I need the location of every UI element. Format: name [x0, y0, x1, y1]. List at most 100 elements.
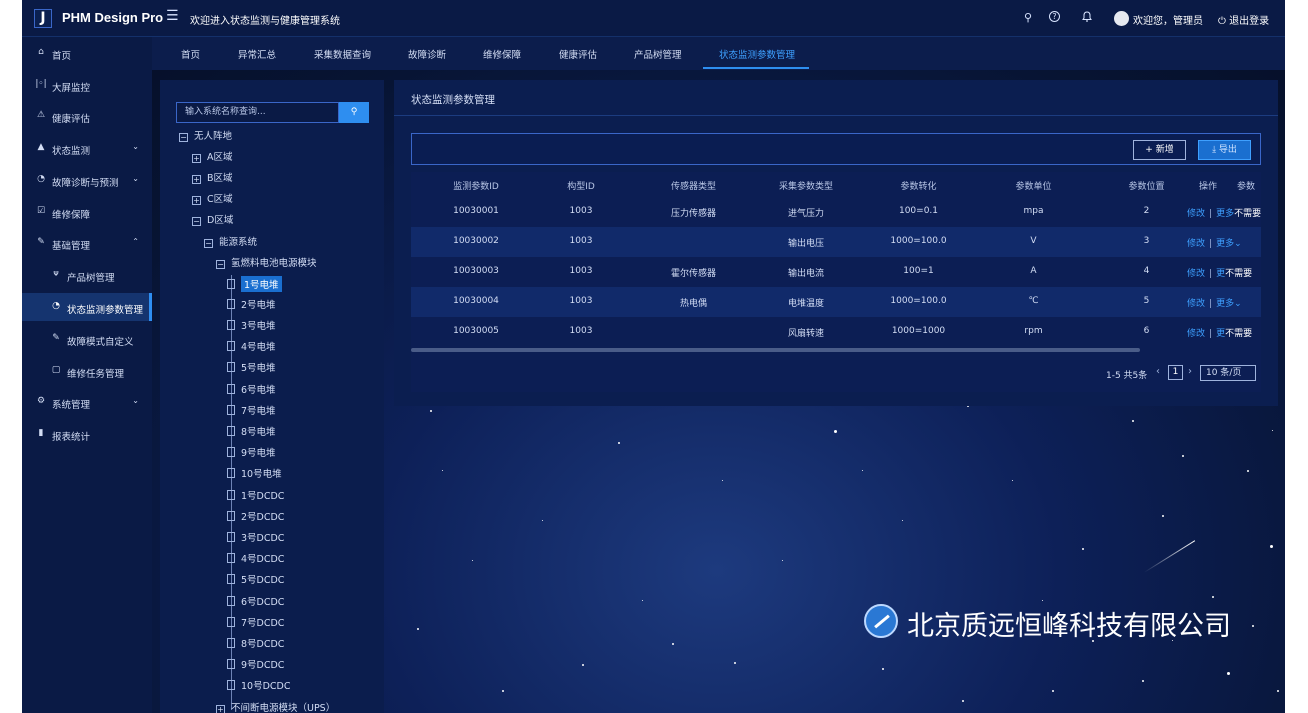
sidebar-item-maintenance[interactable]: ☑ 维修保障	[22, 198, 152, 226]
tab-anomaly-summary[interactable]: 异常汇总	[238, 47, 276, 61]
top-bar: J PHM Design Pro ☰ 欢迎进入状态监测与健康管理系统 ⚲ ? 欢…	[22, 0, 1285, 37]
tree-leaf[interactable]: 6号电堆	[227, 382, 276, 400]
tree-leaf[interactable]: 1号DCDC	[227, 488, 284, 506]
tree-leaf[interactable]: 4号电堆	[227, 339, 276, 357]
edit-link[interactable]: 修改	[1187, 209, 1205, 219]
tree-node[interactable]: + 不间断电源模块（UPS）	[216, 700, 335, 713]
page-size-select[interactable]: 10 条/页	[1200, 365, 1256, 381]
expand-icon[interactable]: +	[216, 705, 225, 713]
logout-button[interactable]: ⏻ 退出登录	[1218, 12, 1269, 27]
table-cell: ℃	[1028, 296, 1039, 306]
more-link[interactable]: 更	[1216, 269, 1225, 279]
more-link[interactable]: 更多	[1216, 209, 1234, 219]
tree-leaf[interactable]: 8号电堆	[227, 424, 276, 442]
sidebar-item-label: 首页	[52, 51, 72, 62]
tab-data-query[interactable]: 采集数据查询	[314, 47, 371, 61]
sidebar-item-system[interactable]: ⚙ 系统管理 ⌄	[22, 388, 152, 416]
tab-product-tree[interactable]: 产品树管理	[634, 47, 682, 61]
star	[1162, 515, 1164, 517]
horizontal-scrollbar[interactable]	[411, 348, 1140, 352]
search-button[interactable]: ⚲	[339, 102, 369, 123]
tab-home[interactable]: 首页	[181, 47, 200, 61]
tree-leaf[interactable]: 7号电堆	[227, 403, 276, 421]
tree-node[interactable]: + A区域	[192, 149, 233, 167]
collapse-icon[interactable]: −	[216, 260, 225, 269]
file-icon	[227, 299, 235, 309]
app-title: PHM Design Pro	[62, 10, 164, 25]
menu-toggle-icon[interactable]: ☰	[166, 8, 179, 24]
sidebar-item-reports[interactable]: ▮ 报表统计	[22, 420, 152, 448]
sidebar-item-task-mgmt[interactable]: ▢ 维修任务管理	[22, 357, 152, 385]
edit-link[interactable]: 修改	[1187, 329, 1205, 339]
file-icon	[227, 596, 235, 606]
sidebar-item-fault-mode[interactable]: ✎ 故障模式自定义	[22, 325, 152, 353]
edit-link[interactable]: 修改	[1187, 239, 1205, 249]
expand-icon[interactable]: +	[192, 196, 201, 205]
tree-leaf[interactable]: 10号DCDC	[227, 678, 291, 696]
tab-health[interactable]: 健康评估	[559, 47, 597, 61]
edit-link[interactable]: 修改	[1187, 299, 1205, 309]
bell-icon[interactable]	[1080, 11, 1094, 25]
sidebar-item-monitoring[interactable]: ▲ 状态监测 ⌄	[22, 134, 152, 162]
sidebar-item-basic-mgmt[interactable]: ✎ 基础管理 ⌃	[22, 229, 152, 257]
expand-icon[interactable]: +	[192, 175, 201, 184]
tree-leaf[interactable]: 5号电堆	[227, 360, 276, 378]
collapse-icon[interactable]: −	[204, 239, 213, 248]
pagination-summary: 1-5 共5条	[1106, 371, 1148, 381]
sidebar-item-home[interactable]: ⌂ 首页	[22, 39, 152, 67]
collapse-icon[interactable]: −	[192, 217, 201, 226]
search-icon[interactable]: ⚲	[1021, 11, 1035, 24]
tab-param-mgmt[interactable]: 状态监测参数管理	[719, 47, 795, 61]
expand-icon[interactable]: +	[192, 154, 201, 163]
file-icon	[227, 405, 235, 415]
tree-leaf[interactable]: 2号电堆	[227, 297, 276, 315]
more-link[interactable]: 更多	[1216, 239, 1234, 249]
tree-leaf[interactable]: 3号电堆	[227, 318, 276, 336]
avatar[interactable]	[1114, 11, 1129, 26]
page-number-button[interactable]: 1	[1168, 365, 1183, 380]
chevron-down-icon[interactable]: ⌄	[1234, 239, 1242, 249]
tree-leaf-selected[interactable]: 1号电堆	[227, 276, 282, 294]
next-page-button[interactable]: ›	[1188, 366, 1192, 377]
tree-leaf[interactable]: 8号DCDC	[227, 636, 284, 654]
tree-node[interactable]: − D区域	[192, 212, 233, 230]
tree-node[interactable]: + C区域	[192, 191, 233, 209]
tab-maintenance[interactable]: 维修保障	[483, 47, 521, 61]
collapse-icon[interactable]: −	[179, 133, 188, 142]
tree-node[interactable]: − 无人阵地	[179, 128, 232, 146]
tree-leaf[interactable]: 2号DCDC	[227, 509, 284, 527]
add-button[interactable]: + 新增	[1133, 140, 1186, 160]
panel-title: 状态监测参数管理	[411, 94, 495, 106]
tree-leaf[interactable]: 9号电堆	[227, 445, 276, 463]
sidebar-item-product-tree[interactable]: ᴪ 产品树管理	[22, 261, 152, 289]
tree-search-input[interactable]: 输入系统名称查询...	[176, 102, 339, 123]
tab-fault-diagnosis[interactable]: 故障诊断	[408, 47, 446, 61]
tree-node[interactable]: − 能源系统	[204, 234, 257, 252]
tree-leaf[interactable]: 4号DCDC	[227, 551, 284, 569]
sidebar-item-health[interactable]: ⚠ 健康评估	[22, 102, 152, 130]
tree-leaf[interactable]: 10号电堆	[227, 466, 282, 484]
tree-leaf[interactable]: 9号DCDC	[227, 657, 284, 675]
sidebar-item-diagnosis[interactable]: ◔ 故障诊断与预测 ⌄	[22, 166, 152, 194]
tree-leaf[interactable]: 5号DCDC	[227, 572, 284, 590]
chevron-down-icon[interactable]: ⌄	[1234, 299, 1242, 309]
help-icon[interactable]: ?	[1049, 11, 1060, 22]
export-button[interactable]: ⤓ 导出	[1198, 140, 1251, 160]
tree-leaf[interactable]: 6号DCDC	[227, 594, 284, 612]
file-icon	[227, 362, 235, 372]
prev-page-button[interactable]: ‹	[1156, 366, 1160, 377]
clock-icon: ◔	[52, 301, 60, 311]
file-icon	[227, 279, 235, 289]
table-header: 监测参数ID 构型ID 传感器类型 采集参数类型 参数转化 参数单位 参数位置 …	[411, 172, 1261, 196]
tree-leaf[interactable]: 7号DCDC	[227, 615, 284, 633]
tree-node[interactable]: + B区域	[192, 170, 233, 188]
edit-link[interactable]: 修改	[1187, 269, 1205, 279]
tree-node[interactable]: − 氢燃料电池电源模块	[216, 255, 317, 273]
tree-leaf[interactable]: 3号DCDC	[227, 530, 284, 548]
sidebar-item-big-screen[interactable]: |◦| 大屏监控	[22, 71, 152, 99]
clipboard-icon: ▢	[51, 365, 61, 375]
more-link[interactable]: 更	[1216, 329, 1225, 339]
sidebar-item-param-mgmt[interactable]: ◔ 状态监测参数管理	[22, 293, 152, 321]
more-link[interactable]: 更多	[1216, 299, 1234, 309]
sidebar-item-label: 产品树管理	[67, 273, 115, 284]
